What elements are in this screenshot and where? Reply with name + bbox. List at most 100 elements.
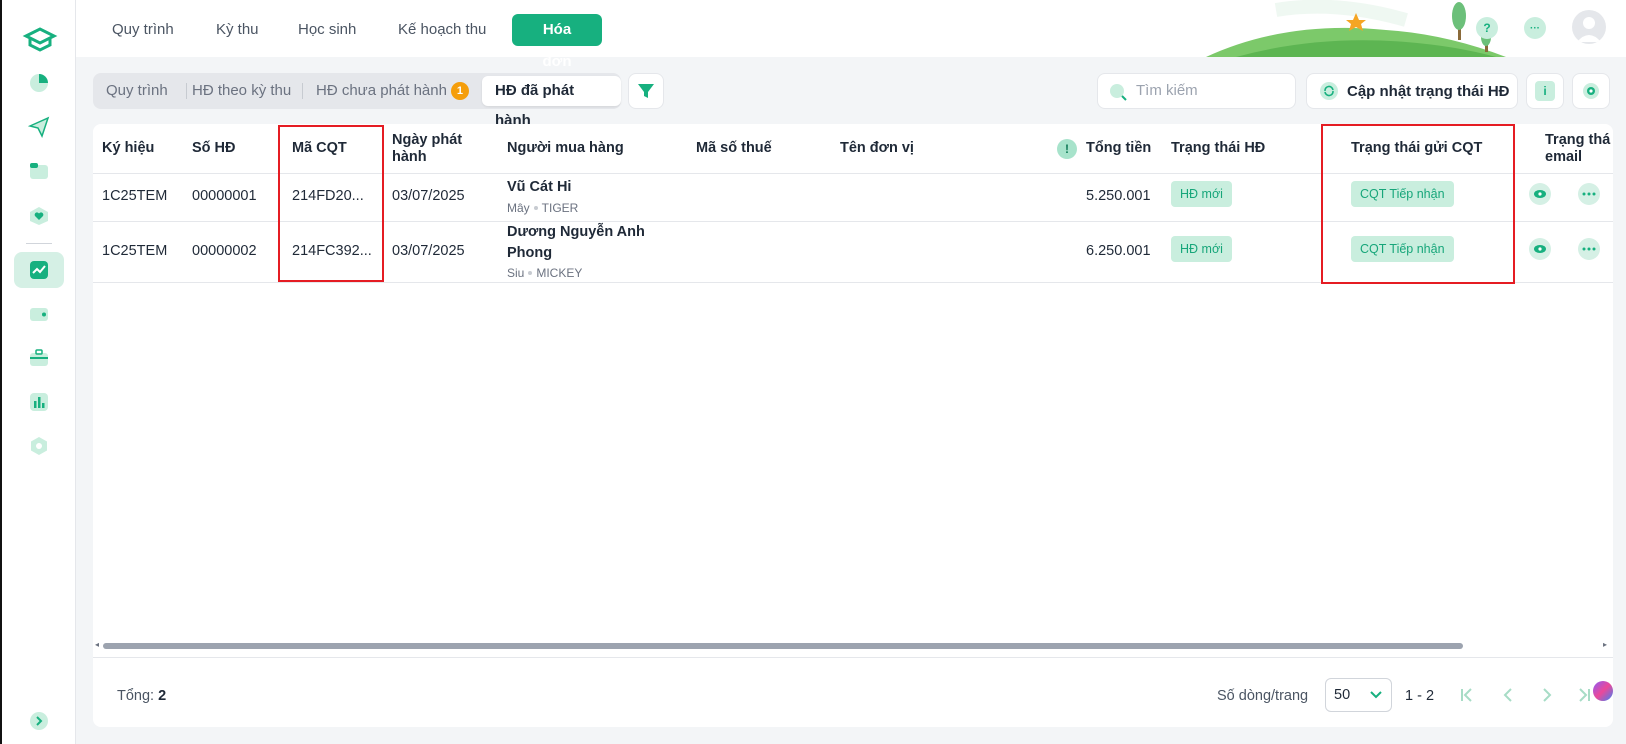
col-header-unit-name[interactable]: Tên đơn vị <box>840 140 914 156</box>
view-eye-icon[interactable] <box>1529 238 1551 260</box>
search-icon <box>1110 84 1127 101</box>
tab-ky-thu[interactable]: Kỳ thu <box>200 14 275 46</box>
tab-hoa-don[interactable]: Hóa đơn <box>512 14 602 70</box>
refresh-icon <box>1320 82 1338 100</box>
warning-icon[interactable]: ! <box>1057 139 1077 159</box>
filter-icon <box>638 84 654 98</box>
cell-buyer-sub: Mây TIGER <box>507 201 578 215</box>
cell-invoice-no: 00000002 <box>192 243 257 259</box>
header-landscape-illustration <box>1206 0 1506 57</box>
expand-sidebar-icon[interactable] <box>26 708 52 734</box>
subtab-hd-chua-phat-hanh[interactable]: HĐ chưa phát hành 1 <box>316 73 469 109</box>
page-range: 1 - 2 <box>1405 688 1435 704</box>
folder-icon[interactable] <box>26 158 52 184</box>
subtab-quy-trinh[interactable]: Quy trình <box>106 73 168 109</box>
chart-line-icon[interactable] <box>26 257 52 283</box>
scroll-right-icon[interactable]: ▸ <box>1603 640 1607 649</box>
cell-issue-date: 03/07/2025 <box>392 243 465 259</box>
info-button[interactable]: i <box>1526 73 1564 109</box>
user-avatar[interactable] <box>1572 10 1606 44</box>
col-header-invoice-no[interactable]: Số HĐ <box>192 140 236 156</box>
info-icon: i <box>1535 81 1555 101</box>
col-header-invoice-status[interactable]: Trạng thái HĐ <box>1171 140 1265 156</box>
sidebar-divider <box>26 243 52 244</box>
buyer-sub-class: MICKEY <box>536 266 583 280</box>
cell-buyer-sub: Siu MICKEY <box>507 266 582 280</box>
col-header-tax-id[interactable]: Mã số thuế <box>696 140 772 156</box>
subtab-divider <box>186 83 187 99</box>
row-more-icon[interactable] <box>1578 183 1600 205</box>
chevron-down-icon <box>1370 691 1382 699</box>
briefcase-icon[interactable] <box>26 345 52 371</box>
view-eye-icon[interactable] <box>1529 183 1551 205</box>
total-count: Tổng: 2 <box>117 688 166 704</box>
col-header-issue-date-line2: hành <box>392 149 427 165</box>
settings-button[interactable] <box>1572 73 1610 109</box>
last-page-icon[interactable] <box>1573 684 1595 706</box>
buyer-sub-student: Mây <box>507 201 530 215</box>
highlight-cqt-code-column <box>278 125 384 282</box>
cell-total: 5.250.001 <box>1086 188 1151 204</box>
scroll-left-icon[interactable]: ◂ <box>95 640 99 649</box>
bar-chart-icon[interactable] <box>26 389 52 415</box>
app-logo-icon[interactable] <box>22 24 58 54</box>
unissued-count-badge: 1 <box>450 82 469 100</box>
col-header-symbol[interactable]: Ký hiệu <box>102 140 154 156</box>
buyer-sub-student: Siu <box>507 266 525 280</box>
tab-quy-trinh[interactable]: Quy trình <box>96 14 190 46</box>
tab-ke-hoach-thu[interactable]: Kế hoạch thu <box>382 14 502 46</box>
tab-hoc-sinh[interactable]: Học sinh <box>282 14 372 46</box>
top-bar: Quy trình Kỳ thu Học sinh Kế hoạch thu H… <box>76 0 1626 70</box>
search-box[interactable] <box>1097 73 1296 109</box>
col-header-issue-date[interactable]: Ngày phát <box>392 132 462 148</box>
assistant-brain-icon[interactable] <box>1593 681 1613 701</box>
subtab-divider <box>302 83 303 99</box>
wallet-icon[interactable] <box>26 301 52 327</box>
update-status-label: Cập nhật trạng thái HĐ <box>1347 82 1510 100</box>
cell-invoice-no: 00000001 <box>192 188 257 204</box>
buyer-sub-class: TIGER <box>541 201 579 215</box>
total-label: Tổng: <box>117 688 155 704</box>
search-input[interactable] <box>1136 82 1286 99</box>
dashboard-pie-icon[interactable] <box>26 70 52 96</box>
cell-buyer-name: Vũ Cát Hi <box>507 179 572 195</box>
horizontal-scrollbar[interactable] <box>103 643 1463 649</box>
subtab-label: HĐ chưa phát hành <box>316 82 447 99</box>
cell-symbol: 1C25TEM <box>102 243 168 259</box>
total-value: 2 <box>158 688 167 704</box>
subtab-hd-theo-ky-thu[interactable]: HĐ theo kỳ thu <box>192 73 291 109</box>
col-header-total[interactable]: Tổng tiền <box>1086 140 1151 156</box>
cell-buyer-name: Dương Nguyễn Anh <box>507 224 645 240</box>
separator-dot <box>533 206 538 210</box>
separator-dot <box>528 271 533 275</box>
cell-symbol: 1C25TEM <box>102 188 168 204</box>
invoice-subtabs: Quy trình HĐ theo kỳ thu HĐ chưa phát hà… <box>93 73 621 129</box>
cell-total: 6.250.001 <box>1086 243 1151 259</box>
subtab-hd-da-phat-hanh[interactable]: HĐ đã phát hành <box>482 76 621 129</box>
col-header-email-status[interactable]: Trạng thá <box>1545 132 1610 148</box>
next-page-icon[interactable] <box>1536 684 1558 706</box>
heart-box-icon[interactable] <box>26 203 52 229</box>
filter-button[interactable] <box>628 73 664 109</box>
first-page-icon[interactable] <box>1456 684 1478 706</box>
more-options-button[interactable]: ··· <box>1524 17 1546 39</box>
rows-per-page-value: 50 <box>1334 687 1351 703</box>
update-status-button[interactable]: Cập nhật trạng thái HĐ <box>1306 73 1518 109</box>
col-header-buyer[interactable]: Người mua hàng <box>507 140 624 156</box>
sidebar <box>2 0 76 744</box>
invoice-status-badge: HĐ mới <box>1171 181 1232 207</box>
rows-per-page-select[interactable]: 50 <box>1325 678 1392 712</box>
footer-divider <box>93 657 1613 658</box>
prev-page-icon[interactable] <box>1497 684 1519 706</box>
invoice-table: Ký hiệu Số HĐ Mã CQT Ngày phát hành Ngườ… <box>93 124 1613 727</box>
settings-hex-icon[interactable] <box>26 433 52 459</box>
send-icon[interactable] <box>26 114 52 140</box>
invoice-status-badge: HĐ mới <box>1171 236 1232 262</box>
gear-icon <box>1583 83 1599 99</box>
col-header-email-status-line2: email <box>1545 149 1583 165</box>
cell-issue-date: 03/07/2025 <box>392 188 465 204</box>
help-button[interactable]: ? <box>1476 17 1498 39</box>
highlight-cqt-status-column <box>1321 124 1515 284</box>
row-more-icon[interactable] <box>1578 238 1600 260</box>
cell-buyer-name-line2: Phong <box>507 245 553 261</box>
